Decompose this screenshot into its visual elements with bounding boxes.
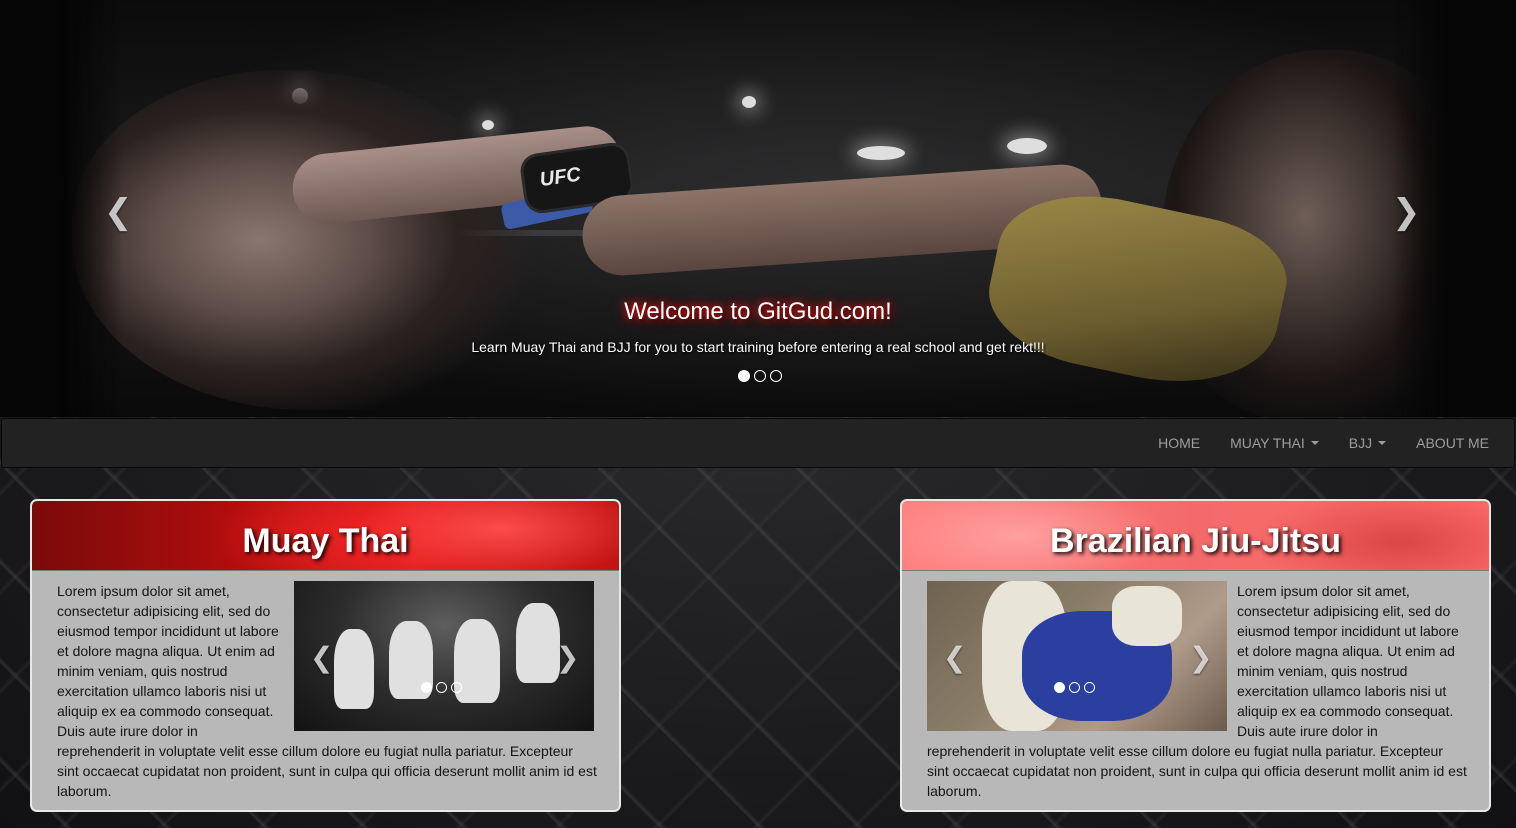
panel-text: Lorem ipsum dolor sit amet, consectetur … — [1237, 583, 1459, 739]
hero-indicator-2[interactable] — [754, 370, 766, 382]
muay-thai-indicator-1[interactable] — [421, 682, 432, 693]
nav-about-me[interactable]: ABOUT ME — [1401, 419, 1504, 467]
fighter-left — [72, 70, 542, 410]
nav-home[interactable]: HOME — [1143, 419, 1215, 467]
bjj-carousel: ❮ ❯ — [927, 581, 1227, 731]
panel-header: Brazilian Jiu-Jitsu — [902, 501, 1489, 571]
nav-muay-thai-dropdown[interactable]: MUAY THAI — [1215, 419, 1334, 467]
panel-text: Lorem ipsum dolor sit amet, consectetur … — [57, 583, 279, 739]
hero-indicators — [738, 370, 782, 382]
panel-title: Brazilian Jiu-Jitsu — [1050, 522, 1341, 560]
arena-light — [857, 146, 905, 160]
panel-body: ❮ ❯ Lorem ipsum dolor sit amet, consecte… — [902, 571, 1489, 810]
muay-thai-indicator-2[interactable] — [436, 682, 447, 693]
nav-menu: HOME MUAY THAI BJJ ABOUT ME — [1143, 419, 1504, 467]
arena-light — [482, 120, 494, 130]
hero-prev-button[interactable]: ❮ — [104, 192, 133, 232]
caret-down-icon — [1378, 441, 1387, 445]
panel-text-continued: reprehenderit in voluptate velit esse ci… — [57, 743, 597, 799]
nav-home-label: HOME — [1158, 435, 1201, 451]
arena-light — [742, 96, 756, 108]
muay-thai-indicators — [421, 682, 462, 693]
hero-carousel: UFC ❮ ❯ Welcome to GitGud.com! Learn Mua… — [0, 0, 1516, 417]
hero-indicator-3[interactable] — [770, 370, 782, 382]
nav-about-me-label: ABOUT ME — [1416, 435, 1489, 451]
fighter-silhouette — [516, 603, 560, 683]
bjj-indicators — [1054, 682, 1095, 693]
panel-title: Muay Thai — [242, 522, 409, 560]
muay-thai-indicator-3[interactable] — [451, 682, 462, 693]
bjj-next-button[interactable]: ❯ — [1189, 641, 1212, 674]
bjj-panel: Brazilian Jiu-Jitsu ❮ ❯ Lorem ipsum dolo… — [900, 499, 1491, 812]
muay-thai-prev-button[interactable]: ❮ — [310, 641, 333, 674]
panel-header: Muay Thai — [32, 501, 619, 571]
hero-subtitle: Learn Muay Thai and BJJ for you to start… — [471, 339, 1045, 355]
nav-bjj-dropdown[interactable]: BJJ — [1334, 419, 1401, 467]
muay-thai-carousel: ❮ ❯ — [294, 581, 594, 731]
hero-indicator-1[interactable] — [738, 370, 750, 382]
fighter-silhouette — [334, 629, 374, 709]
muay-thai-panel: Muay Thai Lorem ipsum dolor sit amet, co… — [30, 499, 621, 812]
panel-body: Lorem ipsum dolor sit amet, consectetur … — [32, 571, 619, 810]
hero-title: Welcome to GitGud.com! — [624, 298, 892, 325]
bjj-prev-button[interactable]: ❮ — [943, 641, 966, 674]
white-gi-fighter — [1112, 586, 1182, 646]
caret-down-icon — [1310, 441, 1319, 445]
main-navbar: HOME MUAY THAI BJJ ABOUT ME — [1, 418, 1515, 468]
muay-thai-next-button[interactable]: ❯ — [556, 641, 579, 674]
bjj-indicator-3[interactable] — [1084, 682, 1095, 693]
panel-text-continued: reprehenderit in voluptate velit esse ci… — [927, 743, 1467, 799]
bjj-indicator-1[interactable] — [1054, 682, 1065, 693]
glove-logo: UFC — [538, 163, 583, 192]
nav-bjj-label: BJJ — [1348, 435, 1373, 451]
bjj-indicator-2[interactable] — [1069, 682, 1080, 693]
nav-muay-thai-label: MUAY THAI — [1230, 435, 1305, 451]
hero-next-button[interactable]: ❯ — [1392, 192, 1421, 232]
arena-light — [1007, 138, 1047, 154]
